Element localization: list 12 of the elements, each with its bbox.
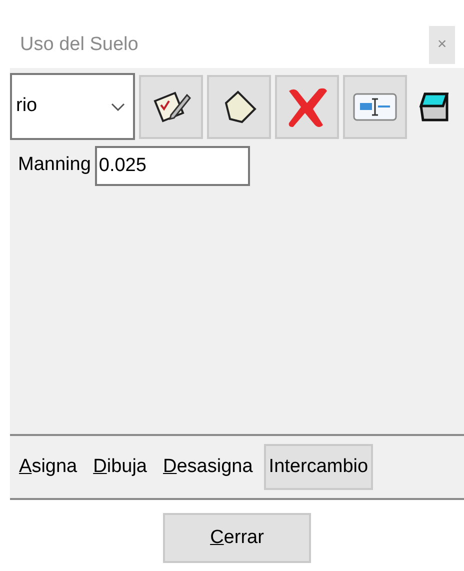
combo-box[interactable]: rio: [10, 73, 135, 140]
action-button[interactable]: Desasigna: [158, 444, 258, 490]
toolbar-button[interactable]: [207, 74, 271, 138]
manning-field[interactable]: 0.025: [94, 146, 250, 186]
action-button[interactable]: Dibuja: [88, 444, 152, 490]
action-button[interactable]: Asigna: [14, 444, 82, 490]
window-title: Uso del Suelo: [20, 32, 138, 57]
toolbar-button[interactable]: [139, 74, 203, 138]
manning-label: Manning: [18, 153, 91, 178]
chevron-down-icon: [111, 102, 125, 110]
action-button[interactable]: Intercambio: [264, 444, 374, 490]
close-dialog-button[interactable]: Cerrar: [163, 513, 311, 563]
